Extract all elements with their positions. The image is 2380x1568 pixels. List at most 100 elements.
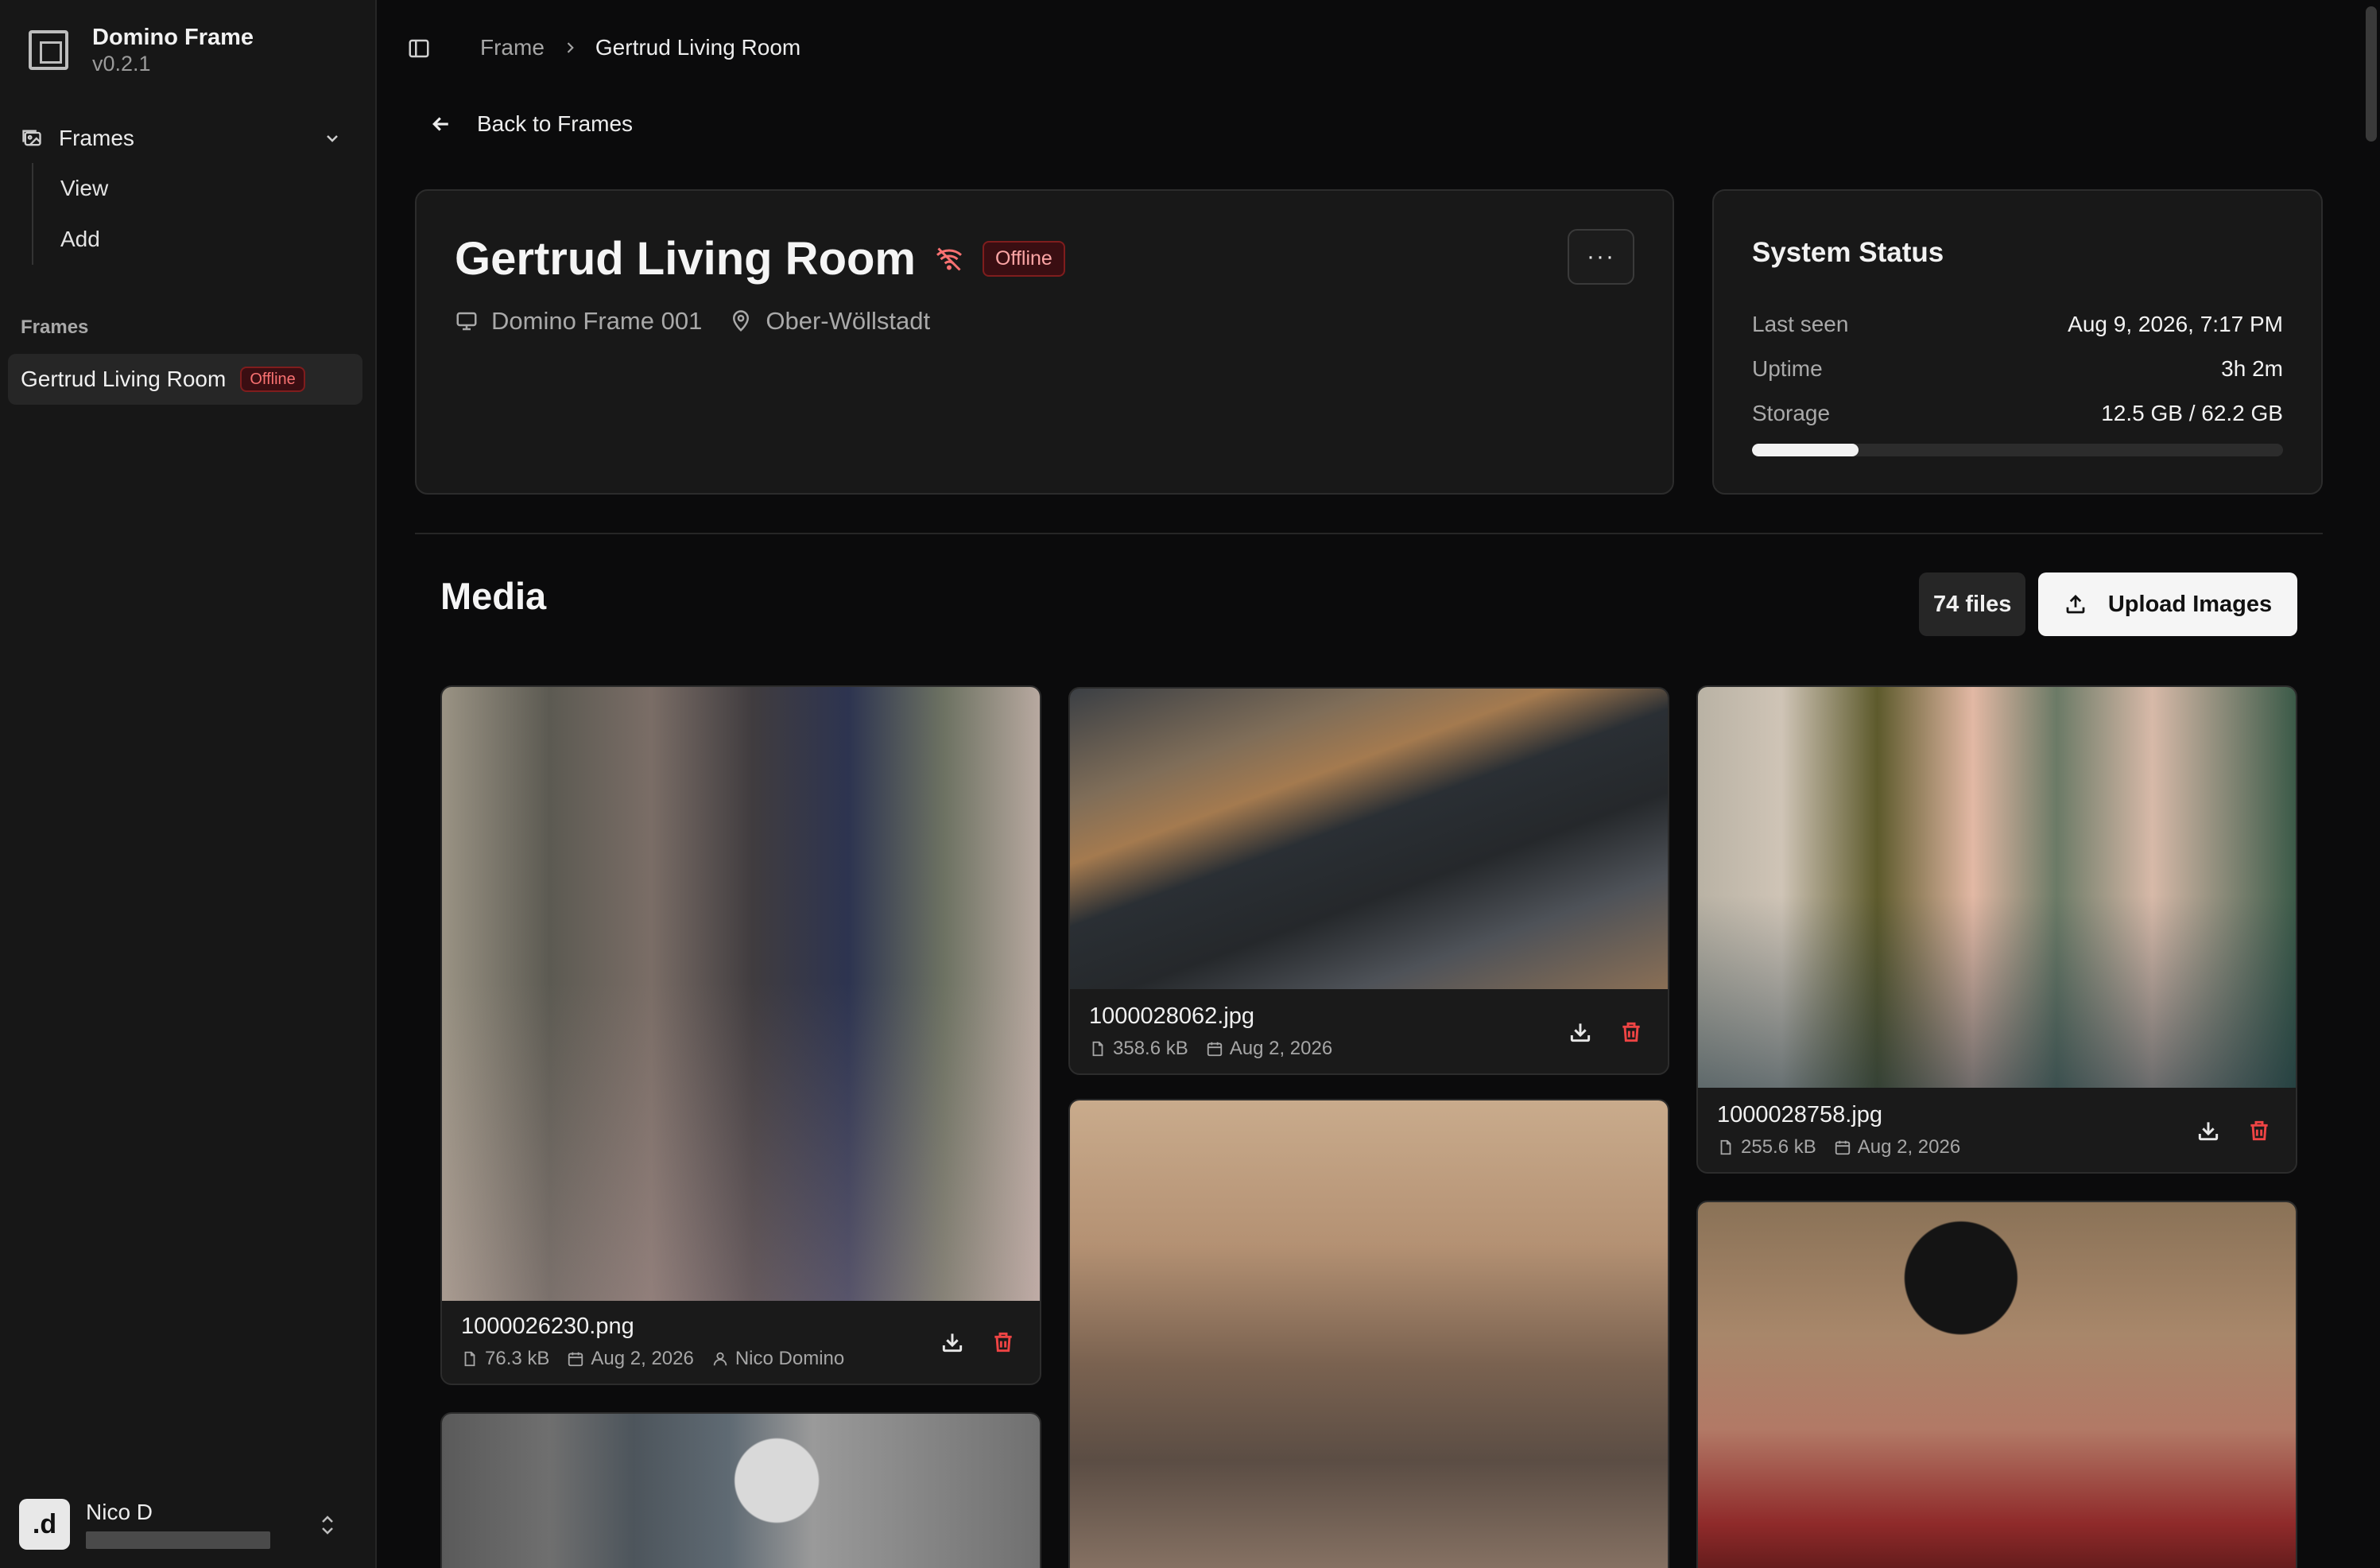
section-divider xyxy=(415,533,2323,534)
media-thumbnail[interactable] xyxy=(1070,1100,1668,1568)
status-value: Aug 9, 2026, 7:17 PM xyxy=(2068,312,2283,336)
media-actions xyxy=(1568,1019,1644,1045)
media-card[interactable]: 1000028758.jpg 255.6 kB Aug 2, 2026 xyxy=(1696,685,2297,1174)
media-info: 1000028062.jpg 358.6 kB Aug 2, 2026 xyxy=(1089,1003,1649,1060)
sidebar-item-gertrud-living-room[interactable]: Gertrud Living Room Offline xyxy=(8,354,362,405)
media-filename: 1000028062.jpg xyxy=(1089,1003,1255,1029)
download-icon[interactable] xyxy=(2196,1118,2221,1143)
trash-icon[interactable] xyxy=(2246,1118,2272,1143)
media-meta: 255.6 kB Aug 2, 2026 xyxy=(1717,1136,2277,1159)
monitor-icon xyxy=(456,312,477,331)
media-thumbnail[interactable] xyxy=(1698,1202,2296,1568)
brand[interactable]: Domino Frame v0.2.1 xyxy=(29,24,254,76)
calendar-icon xyxy=(568,1352,583,1367)
breadcrumb-root[interactable]: Frame xyxy=(480,35,545,60)
status-value: 12.5 GB / 62.2 GB xyxy=(2101,401,2283,425)
media-card[interactable]: 1000026230.png 76.3 kB Aug 2, 2026 Nico … xyxy=(440,685,1041,1385)
trash-icon[interactable] xyxy=(990,1329,1016,1355)
status-key: Storage xyxy=(1752,401,1831,425)
media-date: Aug 2, 2026 xyxy=(591,1348,694,1369)
avatar: .d xyxy=(19,1499,70,1550)
device-name: Domino Frame 001 xyxy=(491,307,703,335)
media-actions xyxy=(2196,1118,2272,1143)
wifi-off-icon xyxy=(936,246,962,271)
calendar-icon xyxy=(1835,1140,1850,1155)
upload-icon xyxy=(2066,595,2085,614)
page-scrollbar[interactable] xyxy=(2366,6,2377,142)
media-card[interactable] xyxy=(1068,1099,1669,1568)
media-card[interactable] xyxy=(440,1412,1041,1568)
media-size: 358.6 kB xyxy=(1113,1038,1188,1059)
file-count-badge: 74 files xyxy=(1919,572,2026,636)
file-icon xyxy=(1720,1139,1731,1155)
page-title: Gertrud Living Room xyxy=(455,233,916,285)
frame-title-row: Gertrud Living Room Offline xyxy=(455,232,1065,285)
frame-details-card: Gertrud Living Room Offline Domino Frame… xyxy=(415,189,1674,495)
media-info: 1000026230.png 76.3 kB Aug 2, 2026 Nico … xyxy=(461,1314,1021,1370)
media-size: 255.6 kB xyxy=(1741,1136,1816,1158)
media-thumbnail[interactable] xyxy=(1070,689,1668,989)
more-options-button[interactable]: ··· xyxy=(1568,229,1634,285)
status-key: Last seen xyxy=(1752,312,1849,336)
frame-logo-icon xyxy=(29,30,68,70)
status-row-storage: Storage 12.5 GB / 62.2 GB xyxy=(1752,401,2283,426)
media-date: Aug 2, 2026 xyxy=(1229,1038,1333,1059)
sidebar: Domino Frame v0.2.1 Frames View Add Fram… xyxy=(0,0,377,1568)
sidebar-toggle-icon[interactable] xyxy=(407,37,431,60)
storage-progress-fill xyxy=(1752,444,1859,456)
storage-progress-bar xyxy=(1752,444,2283,456)
file-icon xyxy=(464,1351,475,1367)
sidebar-item-view[interactable]: View xyxy=(60,163,108,214)
chevrons-up-down-icon xyxy=(322,1516,333,1535)
user-icon xyxy=(713,1352,727,1366)
media-actions xyxy=(940,1329,1016,1355)
media-title: Media xyxy=(440,575,547,617)
back-to-frames-link[interactable]: Back to Frames xyxy=(429,111,633,137)
breadcrumb: Frame Gertrud Living Room xyxy=(480,35,800,60)
media-meta: 76.3 kB Aug 2, 2026 Nico Domino xyxy=(461,1348,1021,1370)
media-filename: 1000028758.jpg xyxy=(1717,1102,1883,1127)
sidebar-item-label: Gertrud Living Room xyxy=(21,367,227,391)
download-icon[interactable] xyxy=(1568,1019,1593,1045)
upload-images-button[interactable]: Upload Images xyxy=(2038,572,2297,636)
media-author: Nico Domino xyxy=(735,1348,845,1369)
media-info: 1000028758.jpg 255.6 kB Aug 2, 2026 xyxy=(1717,1102,2277,1159)
breadcrumb-current: Gertrud Living Room xyxy=(595,35,801,60)
back-label: Back to Frames xyxy=(477,111,634,136)
system-status-card: System Status Last seen Aug 9, 2026, 7:1… xyxy=(1712,189,2323,495)
media-thumbnail[interactable] xyxy=(1698,687,2296,1088)
status-row-uptime: Uptime 3h 2m xyxy=(1752,356,2283,382)
sidebar-subnav: View Add xyxy=(32,163,108,265)
user-menu[interactable]: .d Nico D xyxy=(19,1496,361,1552)
trash-icon[interactable] xyxy=(1618,1019,1644,1045)
download-icon[interactable] xyxy=(940,1329,965,1355)
app-version: v0.2.1 xyxy=(92,52,151,76)
chevron-right-icon xyxy=(567,42,574,53)
status-badge: Offline xyxy=(240,367,305,392)
map-pin-icon xyxy=(733,310,750,332)
status-key: Uptime xyxy=(1752,356,1823,381)
calendar-icon xyxy=(1207,1042,1222,1057)
sidebar-item-add[interactable]: Add xyxy=(60,214,108,265)
media-thumbnail[interactable] xyxy=(442,687,1040,1301)
redacted-email xyxy=(86,1531,270,1549)
status-value: 3h 2m xyxy=(2221,356,2283,381)
media-filename: 1000026230.png xyxy=(461,1314,634,1339)
app-root: Domino Frame v0.2.1 Frames View Add Fram… xyxy=(0,0,2380,1568)
media-thumbnail[interactable] xyxy=(442,1414,1040,1568)
status-badge: Offline xyxy=(983,241,1065,277)
media-card[interactable]: 1000028062.jpg 358.6 kB Aug 2, 2026 xyxy=(1068,687,1669,1075)
sidebar-group-frames[interactable]: Frames xyxy=(21,119,355,157)
file-icon xyxy=(1092,1041,1103,1057)
sidebar-section-label: Frames xyxy=(21,316,89,338)
media-date: Aug 2, 2026 xyxy=(1857,1136,1961,1158)
arrow-left-icon xyxy=(432,117,448,131)
upload-label: Upload Images xyxy=(2107,591,2273,617)
media-size: 76.3 kB xyxy=(485,1348,550,1369)
media-card[interactable] xyxy=(1696,1201,2297,1568)
images-icon xyxy=(22,130,41,146)
status-row-last-seen: Last seen Aug 9, 2026, 7:17 PM xyxy=(1752,312,2283,337)
chevron-down-icon[interactable] xyxy=(323,129,342,148)
location: Ober-Wöllstadt xyxy=(766,307,931,335)
frame-meta: Domino Frame 001 Ober-Wöllstadt xyxy=(455,307,930,336)
